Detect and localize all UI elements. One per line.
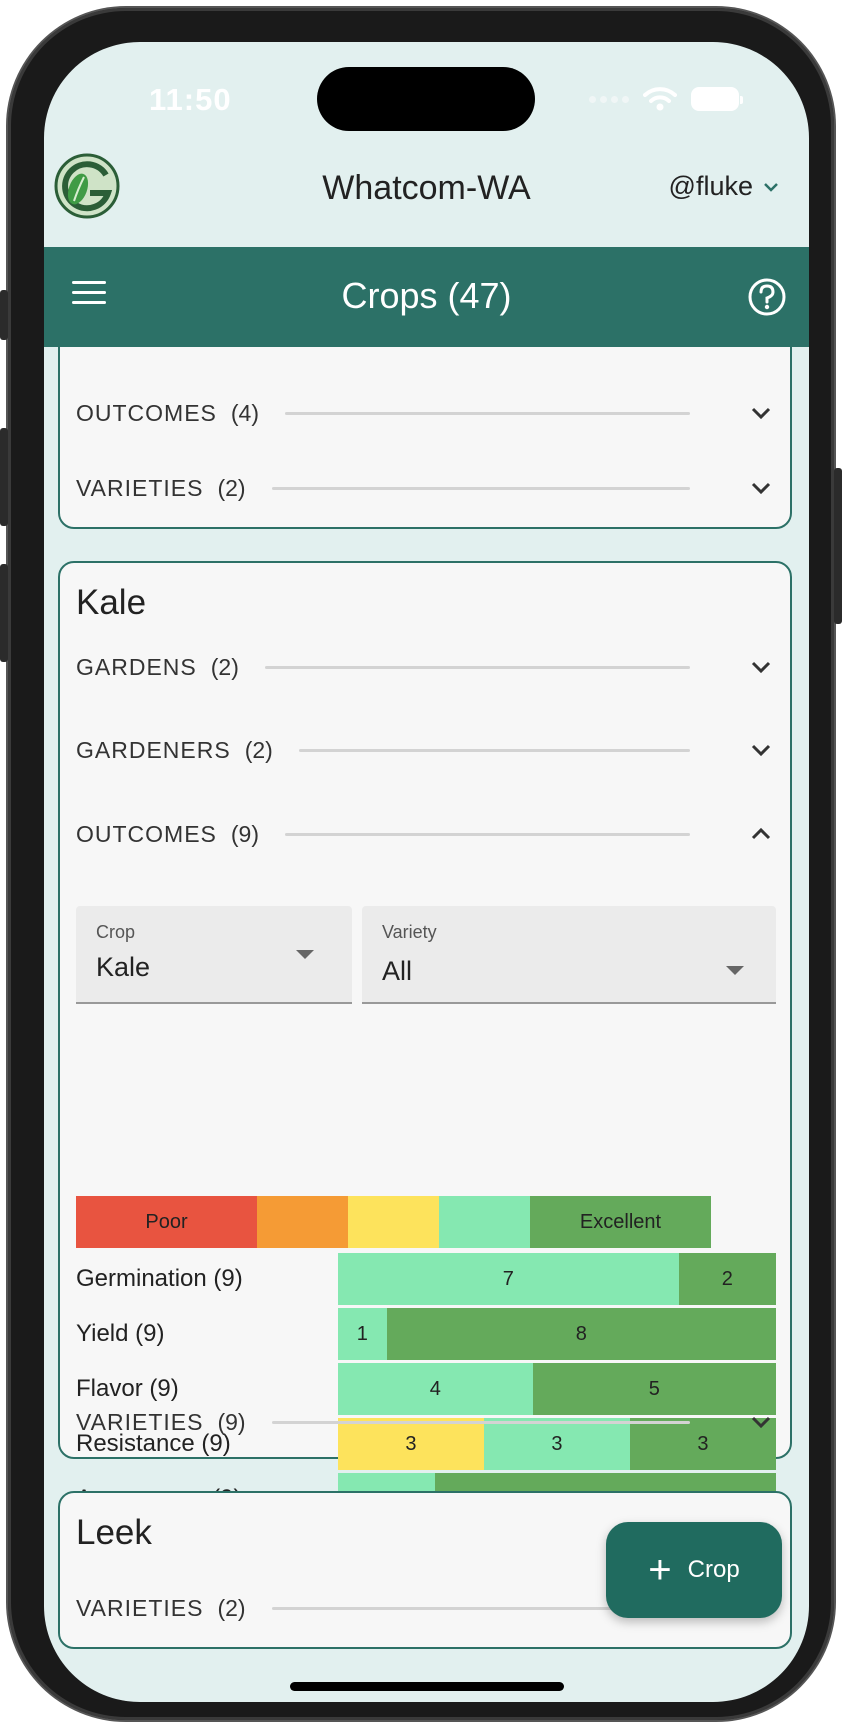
- outcome-bar: 18: [338, 1308, 776, 1360]
- variety-select-label: Variety: [382, 922, 437, 942]
- phone-frame: 11:50 Whatcom-WA @fluke Crops (47) OUTCO…: [0, 8, 842, 1720]
- action-button: [0, 290, 8, 340]
- battery-icon: [691, 87, 743, 111]
- crop-select-label: Crop: [96, 922, 136, 942]
- outcome-row: Yield (9) 1 8: [76, 1308, 776, 1360]
- section-outcomes[interactable]: OUTCOMES (4): [76, 388, 776, 438]
- crop-select[interactable]: Crop Kale: [76, 906, 352, 1004]
- screen: 11:50 Whatcom-WA @fluke Crops (47) OUTCO…: [44, 42, 809, 1702]
- chevron-down-icon: [751, 661, 771, 674]
- chevron-up-icon: [751, 827, 771, 840]
- outcome-row: Germination (9) 7 2: [76, 1253, 776, 1305]
- outcome-segment: 1: [338, 1308, 387, 1360]
- outcome-label: Yield (9): [76, 1320, 165, 1347]
- dropdown-arrow-icon: [296, 950, 314, 959]
- dropdown-arrow-icon: [726, 966, 744, 975]
- crop-card-kale: Kale GARDENS (2) GARDENERS (2) OUTCOMES …: [58, 561, 792, 1525]
- power-button: [834, 468, 842, 624]
- legend-excellent: Excellent: [530, 1196, 711, 1248]
- plus-icon: +: [648, 1548, 672, 1592]
- variety-select[interactable]: Variety All: [362, 906, 776, 1004]
- card-title: Leek: [76, 1513, 152, 1552]
- chevron-down-icon: [751, 407, 771, 420]
- section-varieties[interactable]: VARIETIES (2): [76, 463, 776, 513]
- crop-select-value: Kale: [96, 952, 151, 982]
- page-title: Crops (47): [341, 275, 512, 316]
- chevron-down-icon: [751, 1416, 771, 1429]
- outcome-segment: 7: [338, 1253, 679, 1305]
- outcome-segment: 8: [386, 1308, 776, 1360]
- outcome-label: Germination (9): [76, 1265, 243, 1292]
- crop-card-previous: OUTCOMES (4) VARIETIES (2): [58, 347, 792, 529]
- chevron-down-icon: [764, 182, 778, 192]
- app-bar: Crops (47): [44, 247, 809, 347]
- volume-down-button: [0, 564, 8, 662]
- add-crop-button[interactable]: + Crop: [606, 1522, 782, 1618]
- section-outcomes[interactable]: OUTCOMES (9): [76, 809, 776, 859]
- section-gardens[interactable]: GARDENS (2): [76, 642, 776, 692]
- dynamic-island: [317, 67, 535, 131]
- status-time: 11:50: [149, 82, 232, 117]
- status-icons: [589, 86, 743, 112]
- top-bar: Whatcom-WA @fluke: [44, 147, 809, 247]
- legend-fair: [257, 1196, 348, 1248]
- user-menu[interactable]: @fluke: [669, 171, 779, 202]
- legend-very-good: [439, 1196, 530, 1248]
- rating-legend: Poor Excellent: [76, 1196, 776, 1248]
- help-icon[interactable]: [747, 277, 787, 317]
- chevron-down-icon: [751, 482, 771, 495]
- section-gardeners[interactable]: GARDENERS (2): [76, 725, 776, 775]
- card-title: Kale: [76, 583, 147, 622]
- signal-icon: [589, 95, 629, 103]
- chevron-down-icon: [751, 744, 771, 757]
- legend-good: [348, 1196, 439, 1248]
- outcome-segment: 2: [678, 1253, 776, 1305]
- wifi-icon: [643, 87, 677, 111]
- volume-up-button: [0, 428, 8, 526]
- section-varieties[interactable]: VARIETIES (9): [76, 1397, 776, 1447]
- add-crop-label: Crop: [687, 1556, 740, 1583]
- outcome-bar: 72: [338, 1253, 776, 1305]
- variety-select-value: All: [382, 956, 413, 986]
- home-indicator: [290, 1682, 564, 1691]
- legend-poor: Poor: [76, 1196, 257, 1248]
- crop-list[interactable]: OUTCOMES (4) VARIETIES (2) Kale GARDENS: [44, 347, 809, 1702]
- user-name: @fluke: [668, 171, 753, 201]
